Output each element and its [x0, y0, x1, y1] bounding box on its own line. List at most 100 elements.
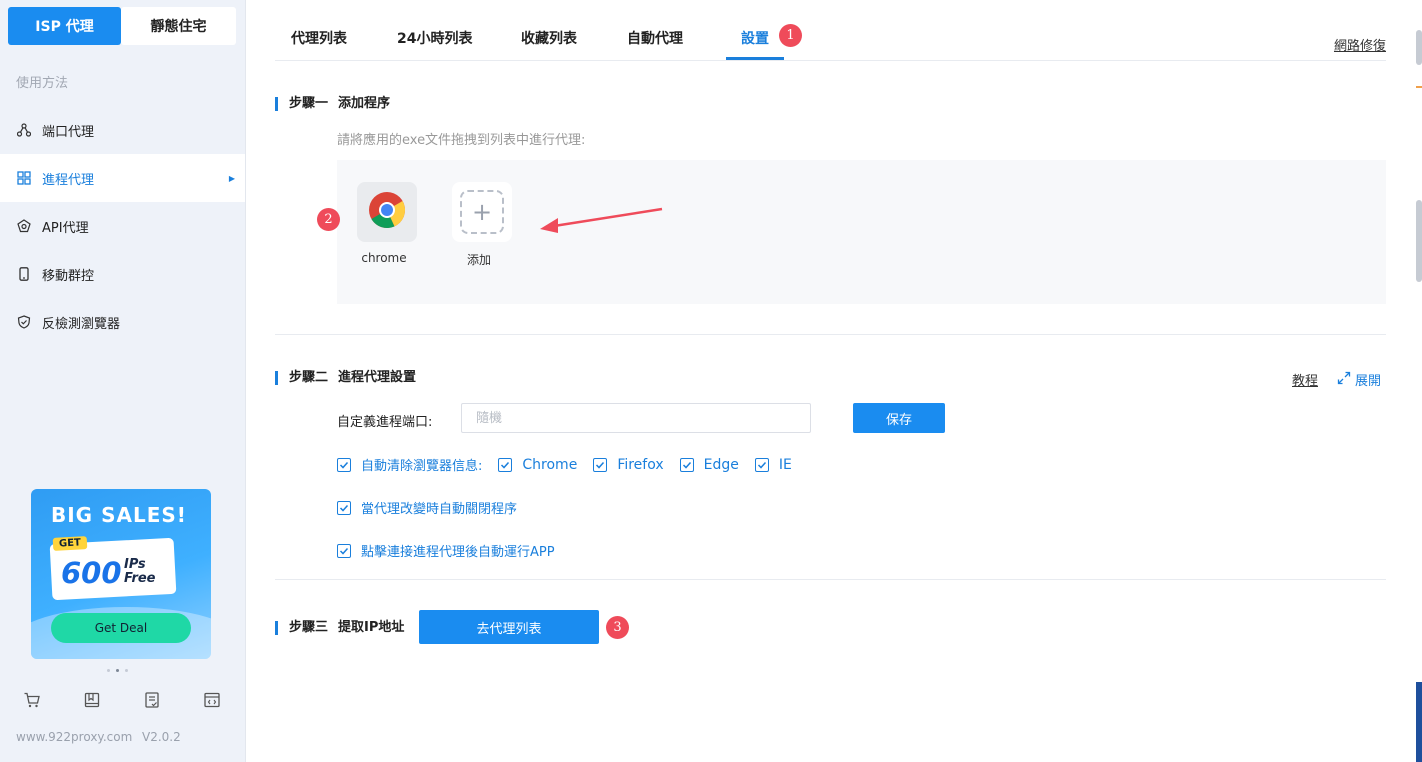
cart-icon[interactable] — [22, 690, 42, 710]
caret-right-icon: ▶ — [228, 173, 235, 183]
browser-option-chrome[interactable]: Chrome — [498, 457, 577, 473]
browser-option-firefox[interactable]: Firefox — [593, 456, 664, 473]
step3-title: 步驟三 提取IP地址 — [275, 621, 404, 635]
annotation-badge-3: 3 — [606, 616, 629, 639]
sidebar-item-label: 反檢測瀏覽器 — [42, 316, 121, 332]
sidebar-item-api-proxy[interactable]: API代理 — [0, 202, 245, 250]
auto-clear-row: 自動清除瀏覽器信息: Chrome Firefox Edge IE — [337, 455, 792, 474]
chrome-checkbox-label: Chrome — [522, 456, 578, 473]
auto-close-row[interactable]: 當代理改變時自動關閉程序 — [337, 498, 517, 517]
ie-checkbox[interactable] — [754, 457, 769, 472]
sidebar-item-label: 移動群控 — [42, 268, 95, 284]
step1-heading: 添加程序 — [338, 96, 391, 111]
sidebar-item-antidetect-browser[interactable]: 反檢測瀏覽器 — [0, 298, 245, 346]
promo-ips-free: IPs Free — [124, 558, 156, 586]
ie-checkbox-label: IE — [778, 456, 792, 473]
firefox-checkbox-label: Firefox — [617, 456, 664, 473]
sidebar-item-label: API代理 — [42, 220, 89, 236]
network-repair-link[interactable]: 網路修復 — [1334, 35, 1386, 54]
annotation-arrow-icon — [540, 207, 663, 233]
main-panel: 代理列表 24小時列表 收藏列表 自動代理 設置 1 網路修復 步驟一 添加程序 … — [246, 0, 1422, 762]
auto-run-row[interactable]: 點擊連接進程代理後自動運行APP — [337, 541, 555, 560]
browser-option-ie[interactable]: IE — [754, 456, 792, 473]
step1-title: 步驟一 添加程序 — [275, 97, 390, 111]
step2-title: 步驟二 進程代理設置 — [275, 371, 416, 385]
promo-title: BIG SALES! — [51, 503, 187, 527]
carousel-dot[interactable] — [107, 669, 110, 672]
site-url: www.922proxy.com — [16, 730, 133, 744]
tab-bar: 代理列表 24小時列表 收藏列表 自動代理 設置 1 — [275, 0, 1386, 61]
browser-option-edge[interactable]: Edge — [679, 456, 739, 473]
edge-checkbox-label: Edge — [703, 456, 739, 473]
sidebar-item-process-proxy[interactable]: 進程代理 ▶ — [0, 154, 245, 202]
section-divider — [275, 334, 1386, 335]
tab-24h-list[interactable]: 24小時列表 — [397, 28, 472, 48]
scrollbar-thumb[interactable] — [1416, 30, 1422, 65]
sidebar: ISP 代理 靜態住宅 使用方法 端口代理 進程代理 ▶ API代理 移動群控 … — [0, 0, 246, 762]
chrome-checkbox[interactable] — [498, 457, 513, 472]
edge-checkbox[interactable] — [679, 457, 694, 472]
step1-label: 步驟一 — [289, 96, 329, 111]
book-icon[interactable] — [82, 690, 102, 710]
plus-icon: + — [460, 190, 504, 234]
step3-label: 步驟三 — [289, 620, 329, 635]
promo-banner[interactable]: BIG SALES! GET 600 IPs Free Get Deal — [31, 489, 211, 659]
segment-static-residential[interactable]: 靜態住宅 — [121, 7, 236, 45]
network-icon — [16, 123, 31, 138]
sidebar-item-label: 端口代理 — [42, 124, 95, 140]
sidebar-item-port-proxy[interactable]: 端口代理 — [0, 106, 245, 154]
scrollbar[interactable] — [1414, 0, 1422, 762]
annotation-badge-2: 2 — [317, 208, 340, 231]
expand-icon — [1337, 371, 1351, 389]
add-program-button[interactable]: + — [452, 182, 512, 242]
app-tile-chrome[interactable] — [357, 182, 417, 242]
annotation-badge-1: 1 — [779, 24, 802, 47]
grid-icon — [16, 171, 31, 186]
sidebar-toolbar — [22, 690, 222, 710]
chrome-icon — [368, 191, 406, 233]
auto-run-label: 點擊連接進程代理後自動運行APP — [361, 545, 555, 560]
custom-port-input[interactable] — [461, 403, 811, 433]
mobile-icon — [16, 267, 31, 282]
tab-proxy-list[interactable]: 代理列表 — [291, 28, 347, 48]
tab-auto-proxy[interactable]: 自動代理 — [627, 28, 683, 48]
active-tab-underline — [726, 57, 784, 60]
step2-label: 步驟二 — [289, 370, 329, 385]
auto-close-label: 當代理改變時自動關閉程序 — [361, 502, 518, 517]
code-window-icon[interactable] — [202, 690, 222, 710]
app-label-chrome: chrome — [361, 251, 407, 265]
auto-clear-label: 自動清除瀏覽器信息: — [361, 459, 483, 474]
tutorial-link[interactable]: 教程 — [1292, 370, 1318, 389]
expand-label: 展開 — [1355, 374, 1382, 389]
auto-run-checkbox[interactable] — [337, 543, 351, 558]
auto-clear-checkbox[interactable] — [337, 457, 351, 472]
shield-icon — [16, 315, 31, 330]
get-deal-button[interactable]: Get Deal — [51, 613, 191, 643]
carousel-dot[interactable] — [125, 669, 128, 672]
firefox-checkbox[interactable] — [593, 457, 608, 472]
edge-strip — [1416, 682, 1422, 762]
expand-button[interactable]: 展開 — [1337, 370, 1381, 389]
promo-free-line: Free — [124, 571, 156, 586]
promo-get-tag: GET — [52, 536, 88, 551]
segment-isp-proxy[interactable]: ISP 代理 — [8, 7, 121, 45]
program-drop-area[interactable]: chrome + 添加 — [337, 160, 1386, 304]
edge-accent — [1416, 86, 1422, 88]
order-icon[interactable] — [142, 690, 162, 710]
sidebar-item-mobile-control[interactable]: 移動群控 — [0, 250, 245, 298]
promo-ips-line: IPs — [124, 557, 146, 572]
scrollbar-thumb[interactable] — [1416, 200, 1422, 282]
tab-favorites[interactable]: 收藏列表 — [521, 28, 577, 48]
go-to-proxy-list-button[interactable]: 去代理列表 — [419, 610, 599, 644]
step2-heading: 進程代理設置 — [338, 370, 417, 385]
carousel-dot-active[interactable] — [116, 669, 119, 672]
custom-port-label: 自定義進程端口: — [337, 415, 433, 430]
tab-settings[interactable]: 設置 — [741, 28, 769, 48]
add-program-label: 添加 — [466, 253, 491, 267]
carousel-dots[interactable] — [107, 669, 128, 672]
step1-hint: 請將應用的exe文件拖拽到列表中進行代理: — [337, 133, 586, 148]
api-icon — [16, 219, 31, 234]
save-button[interactable]: 保存 — [853, 403, 945, 433]
auto-close-checkbox[interactable] — [337, 500, 351, 515]
menu-group-label: 使用方法 — [16, 76, 69, 91]
